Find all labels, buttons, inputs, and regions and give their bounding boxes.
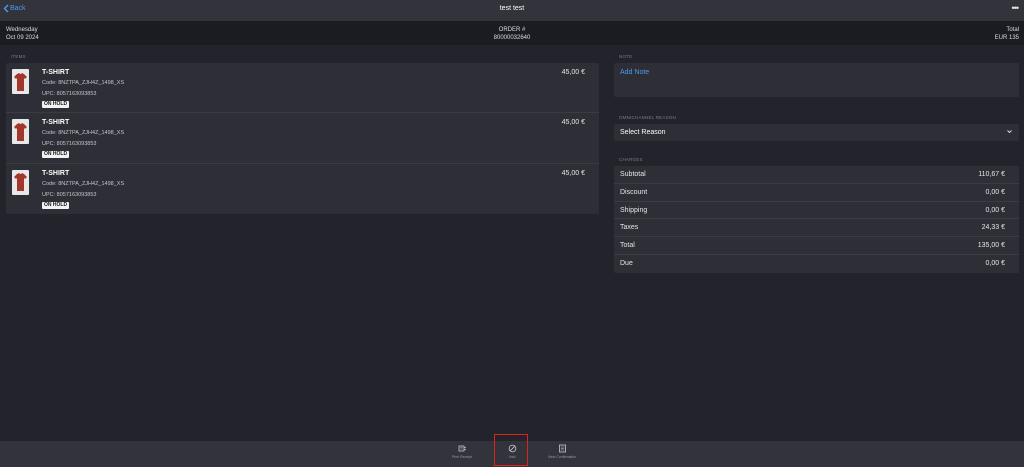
product-image bbox=[12, 169, 29, 195]
item-name: T-SHIRT bbox=[42, 169, 70, 177]
void-icon bbox=[508, 444, 516, 453]
item-name: T-SHIRT bbox=[42, 119, 70, 127]
item-price: 45,00 € bbox=[561, 169, 585, 177]
item-price: 45,00 € bbox=[561, 119, 585, 127]
reason-select-value: Select Reason bbox=[620, 129, 666, 136]
item-code: Code: 8NZTPA_ZJH4Z_1498_XS bbox=[42, 80, 125, 86]
list-item[interactable]: T-SHIRT Code: 8NZTPA_ZJH4Z_1498_XS UPC: … bbox=[6, 113, 599, 164]
void-label: Void bbox=[508, 455, 516, 459]
charge-value: 0,00 € bbox=[985, 206, 1005, 214]
order-number-label: ORDER # bbox=[498, 27, 526, 33]
printer-icon bbox=[458, 445, 466, 452]
charge-value: 0,00 € bbox=[985, 259, 1005, 267]
charge-label: Discount bbox=[620, 188, 648, 196]
charge-label: Due bbox=[620, 259, 633, 267]
charge-label: Taxes bbox=[620, 224, 639, 232]
charge-label: Shipping bbox=[620, 206, 648, 214]
items-section-label: ITEMS bbox=[11, 54, 26, 59]
charge-row-total: Total 135,00 € bbox=[614, 237, 1019, 255]
charge-value: 0,00 € bbox=[985, 188, 1005, 196]
chevron-down-icon bbox=[1007, 130, 1012, 134]
order-number-block: ORDER # 80000032640 bbox=[0, 26, 1024, 42]
status-badge: ON HOLD bbox=[42, 151, 70, 159]
add-note-button[interactable]: Add Note bbox=[620, 69, 649, 76]
bottom-action-bar: Print Receipt Void View Confirmation bbox=[0, 441, 1024, 467]
void-button[interactable]: Void bbox=[492, 444, 532, 464]
print-receipt-button[interactable]: Print Receipt bbox=[442, 444, 482, 464]
list-item[interactable]: T-SHIRT Code: 8NZTPA_ZJH4Z_1498_XS UPC: … bbox=[6, 164, 599, 214]
note-box[interactable]: Add Note bbox=[614, 63, 1019, 97]
items-list: T-SHIRT Code: 8NZTPA_ZJH4Z_1498_XS UPC: … bbox=[6, 63, 599, 214]
top-bar: Back test test ••• bbox=[0, 0, 1024, 21]
view-confirmation-label: View Confirmation bbox=[547, 455, 577, 459]
more-options-icon[interactable]: ••• bbox=[1012, 3, 1020, 13]
product-image bbox=[12, 119, 29, 145]
charge-row-subtotal: Subtotal 110,67 € bbox=[614, 166, 1019, 184]
charge-row-discount: Discount 0,00 € bbox=[614, 184, 1019, 202]
charges-section-label: CHARGES bbox=[619, 157, 643, 162]
note-section-label: NOTE bbox=[619, 54, 633, 59]
tshirt-icon bbox=[14, 72, 27, 91]
status-badge: ON HOLD bbox=[42, 101, 70, 108]
charge-value: 135,00 € bbox=[977, 242, 1005, 250]
list-item[interactable]: T-SHIRT Code: 8NZTPA_ZJH4Z_1498_XS UPC: … bbox=[6, 63, 599, 114]
page-title: test test bbox=[499, 5, 525, 12]
item-code: Code: 8NZTPA_ZJH4Z_1498_XS bbox=[42, 180, 125, 187]
order-total-value: EUR 135 bbox=[994, 35, 1019, 41]
item-upc: UPC: 8057163093853 bbox=[42, 191, 97, 198]
order-number: 80000032640 bbox=[493, 35, 531, 41]
document-icon bbox=[558, 444, 566, 453]
order-total-label: Total bbox=[1006, 27, 1019, 33]
charges-table: Subtotal 110,67 € Discount 0,00 € Shippi… bbox=[614, 166, 1019, 273]
charge-value: 110,67 € bbox=[978, 171, 1005, 178]
print-receipt-label: Print Receipt bbox=[451, 455, 473, 459]
item-upc: UPC: 8057163093853 bbox=[42, 141, 97, 148]
item-name: T-SHIRT bbox=[42, 69, 70, 76]
charge-label: Subtotal bbox=[620, 171, 646, 178]
view-confirmation-button[interactable]: View Confirmation bbox=[542, 444, 582, 464]
order-total-block: Total EUR 135 bbox=[995, 26, 1019, 42]
order-info-bar: Wednesday Oct 09 2024 ORDER # 8000003264… bbox=[0, 21, 1024, 45]
tshirt-icon bbox=[14, 122, 27, 141]
item-price: 45,00 € bbox=[561, 69, 585, 76]
item-code: Code: 8NZTPA_ZJH4Z_1498_XS bbox=[42, 130, 125, 137]
charge-row-shipping: Shipping 0,00 € bbox=[614, 202, 1019, 220]
product-image bbox=[12, 69, 29, 94]
item-upc: UPC: 8057163093853 bbox=[42, 91, 97, 97]
tshirt-icon bbox=[14, 173, 27, 192]
charge-row-due: Due 0,00 € bbox=[614, 255, 1019, 273]
charge-row-taxes: Taxes 24,33 € bbox=[614, 219, 1019, 238]
charge-label: Total bbox=[620, 242, 635, 250]
reason-select[interactable]: Select Reason bbox=[614, 124, 1019, 141]
reason-section-label: OMNICHANNEL REASON bbox=[619, 115, 676, 120]
charge-value: 24,33 € bbox=[981, 224, 1005, 232]
status-badge: ON HOLD bbox=[42, 201, 70, 209]
